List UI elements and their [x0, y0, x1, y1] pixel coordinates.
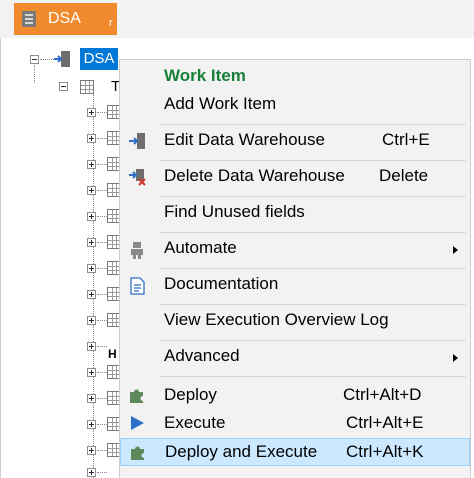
top-tab-strip: DSA r [0, 0, 474, 38]
menu-item-shortcut: Ctrl+E [382, 130, 430, 149]
menu-item-automate[interactable]: Automate [120, 238, 470, 262]
menu-item-shortcut: Ctrl+Alt+E [346, 413, 424, 432]
menu-separator [160, 376, 466, 377]
menu-item-label: Execute [164, 413, 226, 432]
dsa-tab[interactable]: DSA r [14, 3, 117, 35]
object-tree[interactable]: DSA T H [0, 38, 121, 478]
tab-label: DSA [48, 10, 81, 27]
menu-item-label: View Execution Overview Log [164, 310, 389, 329]
menu-header: Work Item [120, 66, 470, 90]
menu-item-label: Find Unused fields [164, 202, 305, 221]
menu-item-delete-data-warehouse[interactable]: Delete Data Warehouse Delete [120, 166, 470, 190]
menu-item-deploy[interactable]: Deploy Ctrl+Alt+D [120, 382, 470, 408]
menu-item-label: Automate [164, 238, 237, 257]
tree-root-node[interactable]: DSA [80, 48, 118, 70]
menu-item-find-unused-fields[interactable]: Find Unused fields [120, 202, 470, 226]
menu-item-shortcut: Ctrl+Alt+K [346, 442, 424, 461]
table-icon [80, 80, 94, 94]
menu-separator [160, 196, 466, 197]
menu-item-documentation[interactable]: Documentation [120, 274, 470, 298]
menu-item-deploy-and-execute[interactable]: Deploy and Execute Ctrl+Alt+K [120, 438, 470, 466]
menu-separator [160, 304, 466, 305]
menu-separator [160, 232, 466, 233]
menu-item-shortcut: Ctrl+Alt+D [343, 385, 422, 404]
menu-item-label: Deploy [164, 385, 217, 404]
submenu-arrow-icon [453, 354, 458, 362]
delete-warehouse-icon [129, 169, 146, 186]
menu-header-label: Work Item [164, 66, 246, 85]
menu-separator [160, 124, 466, 125]
menu-item-label: Delete Data Warehouse [164, 166, 345, 185]
menu-item-label: Edit Data Warehouse [164, 130, 325, 149]
document-icon [130, 277, 145, 295]
menu-item-advanced[interactable]: Advanced [120, 346, 470, 370]
menu-separator [160, 160, 466, 161]
tree-h-node: H [108, 347, 117, 361]
menu-item-view-execution-overview-log[interactable]: View Execution Overview Log [120, 310, 470, 334]
puzzle-icon [131, 446, 144, 460]
collapse-toggle[interactable] [59, 82, 68, 91]
edit-warehouse-icon [129, 133, 145, 149]
menu-separator [160, 340, 466, 341]
menu-item-execute[interactable]: Execute Ctrl+Alt+E [120, 410, 470, 436]
menu-item-label: Documentation [164, 274, 279, 293]
menu-item-label: Advanced [164, 346, 240, 365]
data-warehouse-icon [54, 51, 70, 67]
puzzle-icon [130, 389, 143, 403]
robot-icon [131, 242, 143, 259]
collapse-toggle[interactable] [30, 55, 39, 64]
submenu-arrow-icon [453, 246, 458, 254]
menu-item-edit-data-warehouse[interactable]: Edit Data Warehouse Ctrl+E [120, 130, 470, 154]
menu-item-add-work-item[interactable]: Add Work Item [120, 94, 470, 118]
menu-item-shortcut: Delete [379, 166, 429, 185]
menu-item-label: Add Work Item [164, 94, 277, 113]
play-icon [131, 416, 144, 430]
menu-item-label: Deploy and Execute [165, 442, 318, 461]
context-menu[interactable]: Work Item Add Work Item Edit Data Wareho… [119, 59, 471, 478]
data-store-icon [22, 11, 36, 27]
tab-extra-mark: r [109, 17, 113, 29]
menu-separator [160, 268, 466, 269]
